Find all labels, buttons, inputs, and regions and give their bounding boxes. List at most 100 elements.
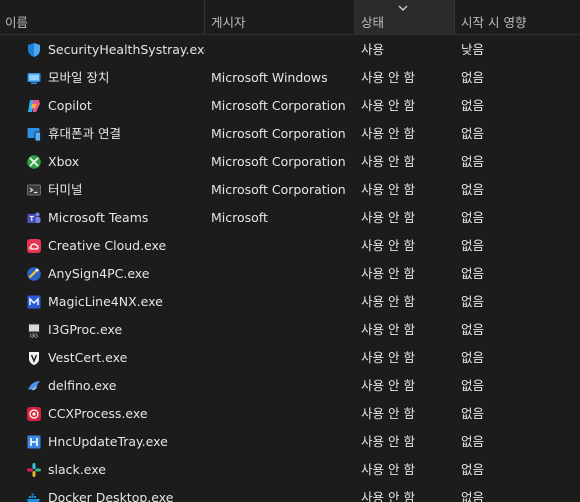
startup-impact-cell: 없음 <box>461 406 485 421</box>
publisher-cell <box>211 456 355 484</box>
anysign-icon <box>26 266 42 282</box>
app-name-cell: HncUpdateTray.exe <box>48 434 168 449</box>
app-name-cell: MagicLine4NX.exe <box>48 294 163 309</box>
startup-impact-cell: 없음 <box>461 70 485 85</box>
app-name-cell: Xbox <box>48 154 80 169</box>
status-cell: 사용 <box>361 42 385 57</box>
slack-icon <box>26 462 42 478</box>
table-row[interactable]: HncUpdateTray.exe 사용 안 함 없음 <box>0 428 580 456</box>
table-row[interactable]: T Microsoft Teams Microsoft 사용 안 함 없음 <box>0 204 580 232</box>
publisher-cell: Microsoft Corporation <box>211 98 346 113</box>
i3gproc-icon: I3G <box>26 322 42 338</box>
publisher-cell <box>211 372 355 400</box>
publisher-cell: Microsoft Corporation <box>211 154 346 169</box>
startup-impact-cell: 없음 <box>461 322 485 337</box>
app-name-cell: Docker Desktop.exe <box>48 490 174 502</box>
app-name-cell: CCXProcess.exe <box>48 406 148 421</box>
publisher-cell <box>211 260 355 288</box>
terminal-icon <box>26 182 42 198</box>
creative-cloud-icon <box>26 238 42 254</box>
startup-impact-cell: 없음 <box>461 378 485 393</box>
startup-impact-cell: 없음 <box>461 462 485 477</box>
publisher-cell <box>211 36 355 64</box>
table-row[interactable]: AnySign4PC.exe 사용 안 함 없음 <box>0 260 580 288</box>
status-cell: 사용 안 함 <box>361 266 415 281</box>
column-header-name[interactable]: 이름 <box>0 0 205 34</box>
publisher-cell <box>211 400 355 428</box>
copilot-icon <box>26 98 42 114</box>
status-cell: 사용 안 함 <box>361 378 415 393</box>
publisher-cell <box>211 316 355 344</box>
table-row[interactable]: CCXProcess.exe 사용 안 함 없음 <box>0 400 580 428</box>
app-name-cell: AnySign4PC.exe <box>48 266 150 281</box>
table-row[interactable]: Xbox Microsoft Corporation 사용 안 함 없음 <box>0 148 580 176</box>
status-cell: 사용 안 함 <box>361 490 415 502</box>
table-row[interactable]: slack.exe 사용 안 함 없음 <box>0 456 580 484</box>
startup-impact-cell: 없음 <box>461 126 485 141</box>
app-name-cell: 터미널 <box>48 182 83 197</box>
startup-impact-cell: 없음 <box>461 238 485 253</box>
table-row[interactable]: Copilot Microsoft Corporation 사용 안 함 없음 <box>0 92 580 120</box>
table-row[interactable]: MagicLine4NX.exe 사용 안 함 없음 <box>0 288 580 316</box>
svg-text:T: T <box>30 216 35 223</box>
publisher-cell <box>211 344 355 372</box>
docker-icon <box>26 490 42 502</box>
startup-impact-cell: 없음 <box>461 350 485 365</box>
table-row[interactable]: 터미널 Microsoft Corporation 사용 안 함 없음 <box>0 176 580 204</box>
startup-impact-cell: 없음 <box>461 182 485 197</box>
app-name-cell: Copilot <box>48 98 92 113</box>
ccxprocess-icon <box>26 406 42 422</box>
status-cell: 사용 안 함 <box>361 322 415 337</box>
table-row[interactable]: 모바일 장치 Microsoft Windows 사용 안 함 없음 <box>0 64 580 92</box>
column-header-publisher[interactable]: 게시자 <box>205 0 355 34</box>
startup-impact-cell: 없음 <box>461 98 485 113</box>
app-name-cell: slack.exe <box>48 462 106 477</box>
table-header: 이름 게시자 상태 시작 시 영향 <box>0 0 580 35</box>
status-cell: 사용 안 함 <box>361 210 415 225</box>
status-cell: 사용 안 함 <box>361 462 415 477</box>
table-row[interactable]: I3G I3GProc.exe 사용 안 함 없음 <box>0 316 580 344</box>
app-name-cell: 모바일 장치 <box>48 70 110 85</box>
publisher-cell: Microsoft Corporation <box>211 182 346 197</box>
sort-descending-icon <box>398 5 408 11</box>
app-name-cell: I3GProc.exe <box>48 322 123 337</box>
table-row[interactable]: 휴대폰과 연결 Microsoft Corporation 사용 안 함 없음 <box>0 120 580 148</box>
xbox-icon <box>26 154 42 170</box>
publisher-cell: Microsoft <box>211 210 268 225</box>
hnc-update-icon <box>26 434 42 450</box>
publisher-cell <box>211 484 355 502</box>
startup-impact-cell: 없음 <box>461 294 485 309</box>
table-body: SecurityHealthSystray.exe 사용 낮음 모바일 장치 M… <box>0 36 580 502</box>
publisher-cell: Microsoft Windows <box>211 70 328 85</box>
publisher-cell <box>211 288 355 316</box>
table-row[interactable]: delfino.exe 사용 안 함 없음 <box>0 372 580 400</box>
table-row[interactable]: Creative Cloud.exe 사용 안 함 없음 <box>0 232 580 260</box>
status-cell: 사용 안 함 <box>361 238 415 253</box>
status-cell: 사용 안 함 <box>361 98 415 113</box>
status-cell: 사용 안 함 <box>361 294 415 309</box>
phone-link-icon <box>26 126 42 142</box>
svg-text:I3G: I3G <box>30 334 38 339</box>
mobile-device-icon <box>26 70 42 86</box>
status-cell: 사용 안 함 <box>361 434 415 449</box>
status-cell: 사용 안 함 <box>361 406 415 421</box>
table-row[interactable]: VestCert.exe 사용 안 함 없음 <box>0 344 580 372</box>
app-name-cell: Microsoft Teams <box>48 210 149 225</box>
delfino-icon <box>26 378 42 394</box>
app-name-cell: 휴대폰과 연결 <box>48 126 121 141</box>
app-name-cell: delfino.exe <box>48 378 117 393</box>
status-cell: 사용 안 함 <box>361 350 415 365</box>
startup-impact-cell: 없음 <box>461 154 485 169</box>
publisher-cell <box>211 232 355 260</box>
startup-impact-cell: 없음 <box>461 490 485 502</box>
column-header-startup-impact[interactable]: 시작 시 영향 <box>455 0 580 34</box>
app-name-cell: Creative Cloud.exe <box>48 238 167 253</box>
teams-icon: T <box>26 210 42 226</box>
startup-impact-cell: 없음 <box>461 434 485 449</box>
startup-apps-table: 이름 게시자 상태 시작 시 영향 SecurityHealthSystray.… <box>0 0 580 502</box>
startup-impact-cell: 없음 <box>461 266 485 281</box>
publisher-cell: Microsoft Corporation <box>211 126 346 141</box>
table-row[interactable]: Docker Desktop.exe 사용 안 함 없음 <box>0 484 580 502</box>
app-name-cell: SecurityHealthSystray.exe <box>48 42 205 57</box>
table-row[interactable]: SecurityHealthSystray.exe 사용 낮음 <box>0 36 580 64</box>
